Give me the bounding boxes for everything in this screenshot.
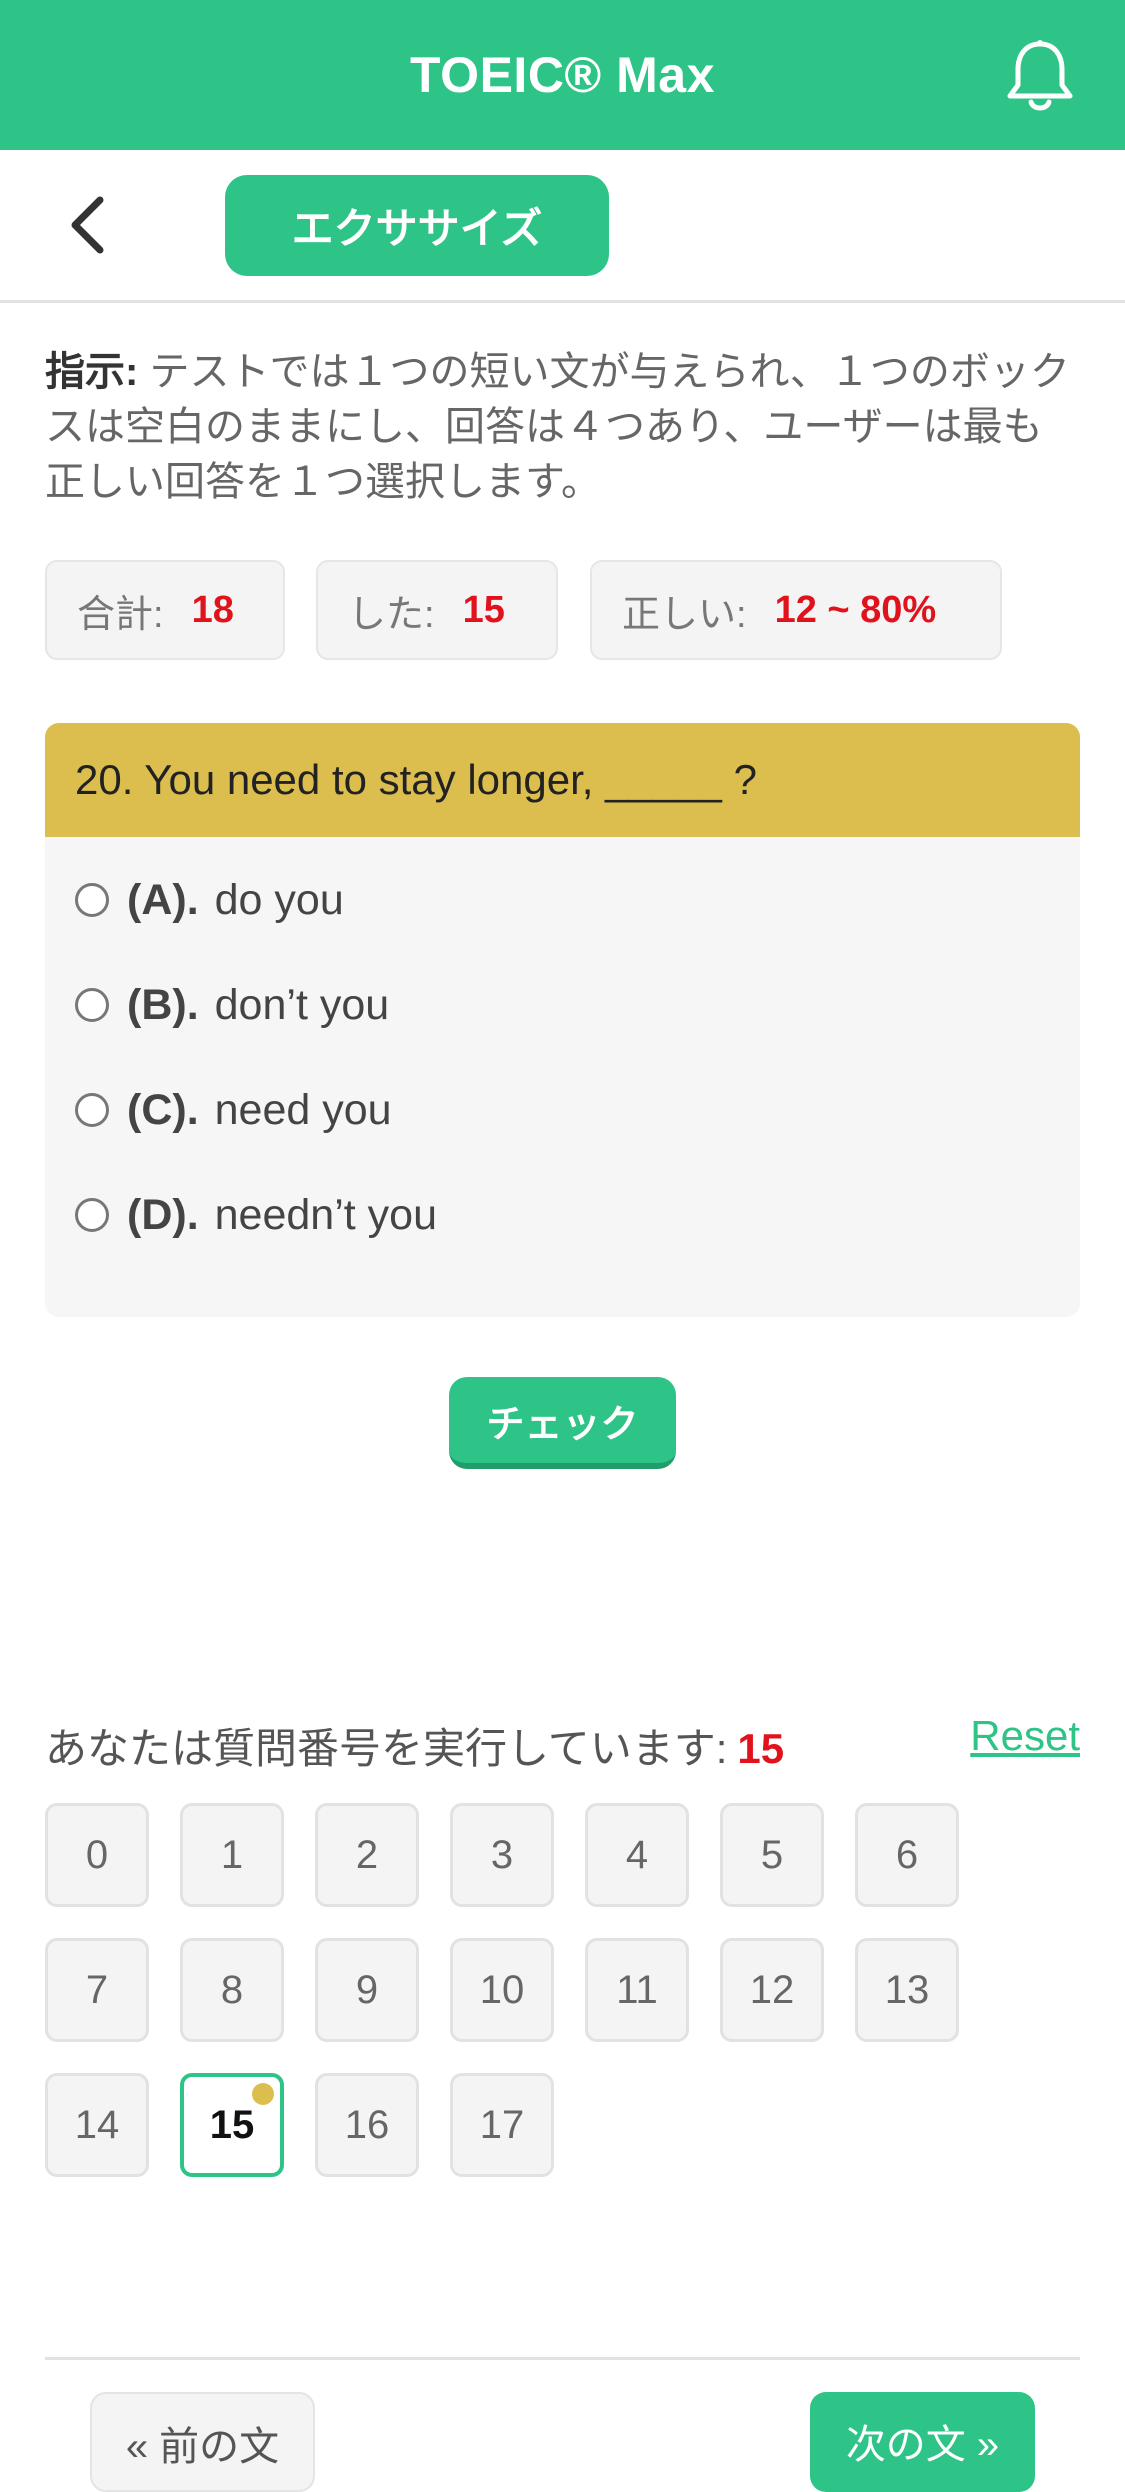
- question-number-button[interactable]: 6: [855, 1803, 959, 1907]
- previous-sentence-button[interactable]: « 前の文: [90, 2392, 315, 2492]
- question-number-label: 15: [209, 2102, 255, 2147]
- question-number-button[interactable]: 17: [450, 2073, 554, 2177]
- sub-navigation-bar: エクササイズ: [0, 150, 1125, 303]
- stat-done-label: した:: [348, 593, 435, 636]
- instructions-body: テストでは１つの短い文が与えられ、１つのボックスは空白のままにし、回答は４つあり…: [45, 350, 1070, 504]
- question-number-button[interactable]: 4: [585, 1803, 689, 1907]
- instructions-text: 指示: テストでは１つの短い文が与えられ、１つのボックスは空白のままにし、回答は…: [45, 345, 1075, 510]
- question-number-button[interactable]: 16: [315, 2073, 419, 2177]
- question-number-label: 16: [344, 2102, 390, 2147]
- question-number-button[interactable]: 15: [180, 2073, 284, 2177]
- option-c[interactable]: (C). need you: [75, 1080, 392, 1140]
- question-number-button[interactable]: 12: [720, 1938, 824, 2042]
- question-number-button[interactable]: 13: [855, 1938, 959, 2042]
- stat-done: した: 15: [316, 560, 558, 660]
- next-sentence-button[interactable]: 次の文 »: [810, 2392, 1035, 2492]
- question-number-label: 6: [895, 1832, 919, 1877]
- option-b[interactable]: (B). don’t you: [75, 975, 389, 1035]
- option-text: don’t you: [214, 980, 390, 1029]
- option-key: (B).: [127, 980, 199, 1029]
- instructions-label: 指示:: [45, 350, 139, 394]
- app-title: TOEIC® Max: [410, 47, 715, 103]
- radio-button[interactable]: [75, 1093, 109, 1127]
- question-number-button[interactable]: 7: [45, 1938, 149, 2042]
- question-number-button[interactable]: 1: [180, 1803, 284, 1907]
- stat-correct-label: 正しい:: [622, 593, 747, 636]
- question-text: 20. You need to stay longer, _____ ?: [45, 723, 1080, 837]
- divider: [45, 2357, 1080, 2360]
- bell-icon[interactable]: [1005, 38, 1075, 114]
- option-a[interactable]: (A). do you: [75, 870, 344, 930]
- question-number-button[interactable]: 14: [45, 2073, 149, 2177]
- option-text: need you: [214, 1085, 392, 1134]
- stat-total-label: 合計:: [77, 593, 164, 636]
- radio-button[interactable]: [75, 883, 109, 917]
- question-number-label: 7: [85, 1967, 109, 2012]
- question-number-button[interactable]: 10: [450, 1938, 554, 2042]
- stat-total: 合計: 18: [45, 560, 285, 660]
- reset-link[interactable]: Reset: [970, 1712, 1080, 1760]
- current-indicator-dot: [252, 2083, 274, 2105]
- option-key: (D).: [127, 1190, 199, 1239]
- question-number-label: 1: [220, 1832, 244, 1877]
- question-number-button[interactable]: 9: [315, 1938, 419, 2042]
- question-number-button[interactable]: 8: [180, 1938, 284, 2042]
- option-text: needn’t you: [214, 1190, 437, 1239]
- stat-correct: 正しい: 12 ~ 80%: [590, 560, 1002, 660]
- question-number-button[interactable]: 0: [45, 1803, 149, 1907]
- current-question-number: 15: [737, 1725, 785, 1772]
- question-number-button[interactable]: 2: [315, 1803, 419, 1907]
- option-key: (A).: [127, 875, 199, 924]
- question-number-label: 10: [479, 1967, 525, 2012]
- progress-status: あなたは質問番号を実行しています: 15: [45, 1715, 784, 1776]
- check-button[interactable]: チェック: [449, 1377, 676, 1469]
- stat-done-value: 15: [462, 588, 505, 631]
- tab-exercise[interactable]: エクササイズ: [225, 175, 609, 276]
- radio-button[interactable]: [75, 988, 109, 1022]
- radio-button[interactable]: [75, 1198, 109, 1232]
- question-number-button[interactable]: 5: [720, 1803, 824, 1907]
- option-d[interactable]: (D). needn’t you: [75, 1185, 437, 1245]
- option-text: do you: [214, 875, 344, 924]
- question-number-label: 12: [749, 1967, 795, 2012]
- question-number-button[interactable]: 11: [585, 1938, 689, 2042]
- question-number-label: 9: [355, 1967, 379, 2012]
- stat-total-value: 18: [191, 588, 234, 631]
- question-number-label: 5: [760, 1832, 784, 1877]
- question-number-button[interactable]: 3: [450, 1803, 554, 1907]
- question-card: 20. You need to stay longer, _____ ? (A)…: [45, 723, 1080, 1317]
- question-number-label: 8: [220, 1967, 244, 2012]
- question-number-label: 11: [616, 1967, 658, 2012]
- stat-correct-value: 12 ~ 80%: [774, 588, 937, 631]
- progress-label: あなたは質問番号を実行しています:: [45, 1725, 728, 1772]
- top-app-bar: TOEIC® Max: [0, 0, 1125, 150]
- question-number-label: 14: [74, 2102, 120, 2147]
- question-number-label: 2: [355, 1832, 379, 1877]
- chevron-left-icon[interactable]: [60, 190, 120, 260]
- question-number-label: 17: [479, 2102, 525, 2147]
- option-key: (C).: [127, 1085, 199, 1134]
- question-number-label: 3: [490, 1832, 514, 1877]
- question-number-label: 4: [625, 1832, 649, 1877]
- question-number-label: 13: [884, 1967, 930, 2012]
- question-number-label: 0: [85, 1832, 109, 1877]
